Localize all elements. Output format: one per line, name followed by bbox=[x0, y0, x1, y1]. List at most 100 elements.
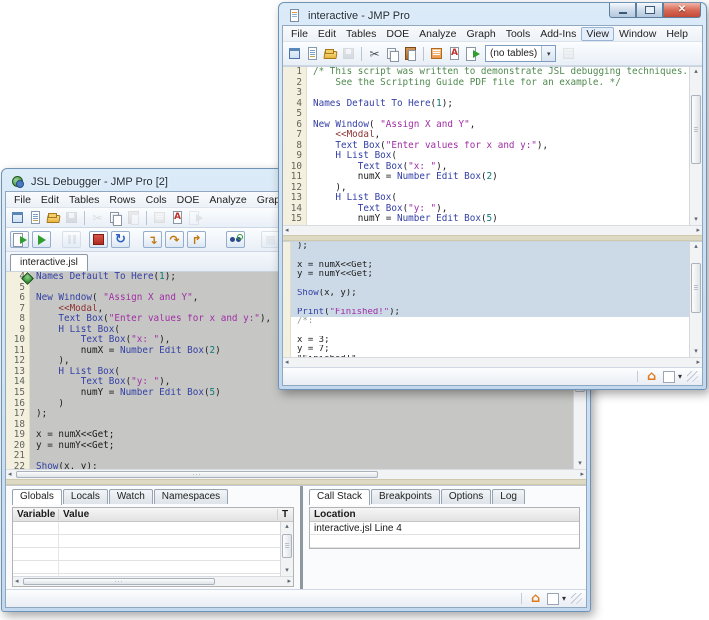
home-icon[interactable] bbox=[643, 369, 660, 384]
tab-watch[interactable]: Watch bbox=[109, 489, 153, 504]
interactive-top-hscrollbar[interactable]: ◂▸ bbox=[283, 225, 702, 235]
menu-item-edit[interactable]: Edit bbox=[36, 193, 64, 207]
debugger-editor-hscrollbar[interactable]: ◂▸ bbox=[6, 469, 586, 479]
pdf-button[interactable] bbox=[169, 210, 186, 225]
cut-button[interactable] bbox=[89, 210, 106, 225]
tab-options[interactable]: Options bbox=[441, 489, 491, 504]
statusbar-checkbox[interactable] bbox=[547, 593, 559, 605]
menu-item-help[interactable]: Help bbox=[661, 27, 693, 41]
menu-item-graph[interactable]: Graph bbox=[462, 27, 501, 41]
tables-dropdown[interactable]: (no tables)▾ bbox=[485, 45, 556, 62]
table-row[interactable] bbox=[13, 522, 293, 535]
maximize-button[interactable] bbox=[636, 3, 663, 18]
table-row[interactable] bbox=[310, 535, 579, 548]
continue-button[interactable] bbox=[32, 231, 51, 248]
interactive-bottom-hscrollbar[interactable]: ◂▸ bbox=[283, 357, 702, 367]
variables-table-hscrollbar[interactable]: ◂▸ bbox=[13, 576, 293, 586]
table-row[interactable] bbox=[13, 535, 293, 548]
code-text: See the Scripting Guide PDF file for an … bbox=[307, 78, 702, 89]
tab-locals[interactable]: Locals bbox=[63, 489, 108, 504]
menu-item-doe[interactable]: DOE bbox=[381, 27, 414, 41]
variables-panel: GlobalsLocalsWatchNamespaces Variable Va… bbox=[6, 486, 300, 589]
step-into-button[interactable] bbox=[143, 231, 162, 248]
dropdown-caret-icon[interactable]: ▾ bbox=[562, 594, 566, 603]
menu-item-rows[interactable]: Rows bbox=[104, 193, 140, 207]
interactive-editor-bottom-pane[interactable]: ); x = numX<<Get;y = numY<<Get; Show(x, … bbox=[283, 241, 702, 357]
tab-breakpoints[interactable]: Breakpoints bbox=[371, 489, 440, 504]
open-button[interactable] bbox=[45, 210, 62, 225]
close-button[interactable]: ✕ bbox=[663, 3, 701, 18]
statusbar-checkbox[interactable] bbox=[663, 371, 675, 383]
journal-button[interactable] bbox=[428, 46, 445, 61]
menu-item-tables[interactable]: Tables bbox=[341, 27, 381, 41]
tab-interactive-jsl[interactable]: interactive.jsl bbox=[10, 254, 88, 271]
run-script-button[interactable] bbox=[464, 46, 481, 61]
menu-item-file[interactable]: File bbox=[9, 193, 36, 207]
open-button[interactable] bbox=[322, 46, 339, 61]
line-number: 22 bbox=[6, 462, 30, 469]
save-button[interactable] bbox=[63, 210, 80, 225]
table-row[interactable]: interactive.jsl Line 4 bbox=[310, 522, 579, 535]
new-script-button[interactable] bbox=[27, 210, 44, 225]
gutter bbox=[283, 261, 291, 270]
tab-globals[interactable]: Globals bbox=[12, 489, 62, 505]
menu-item-cols[interactable]: Cols bbox=[141, 193, 172, 207]
reset-button[interactable] bbox=[111, 231, 130, 248]
paste-icon bbox=[402, 46, 419, 61]
menu-item-tools[interactable]: Tools bbox=[501, 27, 536, 41]
variables-table[interactable]: Variable Value T ▴▾ ◂▸ bbox=[12, 507, 294, 587]
tab-namespaces[interactable]: Namespaces bbox=[154, 489, 228, 504]
code-line: 19x = numX<<Get; bbox=[6, 430, 586, 441]
debugger-statusbar: ▾ bbox=[6, 589, 586, 607]
code-line bbox=[283, 280, 702, 289]
run-to-cursor-button[interactable] bbox=[226, 231, 245, 248]
line-number: 11 bbox=[283, 172, 307, 183]
resize-grip[interactable] bbox=[571, 593, 582, 604]
pause-button[interactable] bbox=[62, 231, 81, 248]
menu-item-file[interactable]: File bbox=[286, 27, 313, 41]
copy-button[interactable] bbox=[107, 210, 124, 225]
new-data-table-button[interactable] bbox=[9, 210, 26, 225]
minimize-button[interactable] bbox=[609, 3, 636, 18]
journal-button[interactable] bbox=[151, 210, 168, 225]
new-script-button[interactable] bbox=[304, 46, 321, 61]
home-icon[interactable] bbox=[527, 591, 544, 606]
table-row[interactable] bbox=[13, 548, 293, 561]
callstack-table[interactable]: Location interactive.jsl Line 4 bbox=[309, 507, 580, 549]
menu-item-analyze[interactable]: Analyze bbox=[414, 27, 461, 41]
table-row[interactable] bbox=[13, 561, 293, 574]
step-over-button[interactable] bbox=[165, 231, 184, 248]
interactive-editor-top-pane[interactable]: 1/* This script was written to demonstra… bbox=[283, 66, 702, 225]
menu-item-analyze[interactable]: Analyze bbox=[204, 193, 251, 207]
resize-grip[interactable] bbox=[687, 371, 698, 382]
table-list-button[interactable] bbox=[560, 46, 577, 61]
new-data-table-button[interactable] bbox=[286, 46, 303, 61]
save-button[interactable] bbox=[340, 46, 357, 61]
menu-item-add-ins[interactable]: Add-Ins bbox=[535, 27, 581, 41]
run-script-button[interactable] bbox=[10, 231, 29, 248]
dropdown-caret-icon[interactable]: ▾ bbox=[678, 372, 682, 381]
menu-item-tables[interactable]: Tables bbox=[64, 193, 104, 207]
menu-item-window[interactable]: Window bbox=[614, 27, 661, 41]
menu-item-view[interactable]: View bbox=[581, 27, 614, 41]
tab-log[interactable]: Log bbox=[492, 489, 525, 504]
menu-item-doe[interactable]: DOE bbox=[172, 193, 205, 207]
stop-button[interactable] bbox=[89, 231, 108, 248]
run-script-button[interactable] bbox=[187, 210, 204, 225]
variables-table-header: Variable Value T bbox=[13, 508, 293, 522]
editor-vscrollbar[interactable]: ▴▾ bbox=[689, 242, 702, 357]
menu-item-edit[interactable]: Edit bbox=[313, 27, 341, 41]
copy-button[interactable] bbox=[384, 46, 401, 61]
step-out-button[interactable] bbox=[187, 231, 206, 248]
code-text: <<Modal, bbox=[307, 130, 702, 141]
tab-call-stack[interactable]: Call Stack bbox=[309, 489, 370, 505]
paste-button[interactable] bbox=[125, 210, 142, 225]
interactive-titlebar[interactable]: interactive - JMP Pro ✕ bbox=[282, 6, 703, 25]
variables-table-vscrollbar[interactable]: ▴▾ bbox=[280, 522, 293, 576]
editor-vscrollbar[interactable]: ▴▾ bbox=[689, 67, 702, 225]
pause-icon bbox=[63, 232, 80, 247]
paste-button[interactable] bbox=[402, 46, 419, 61]
pdf-button[interactable] bbox=[446, 46, 463, 61]
chevron-down-icon[interactable]: ▾ bbox=[541, 46, 555, 61]
cut-button[interactable] bbox=[366, 46, 383, 61]
